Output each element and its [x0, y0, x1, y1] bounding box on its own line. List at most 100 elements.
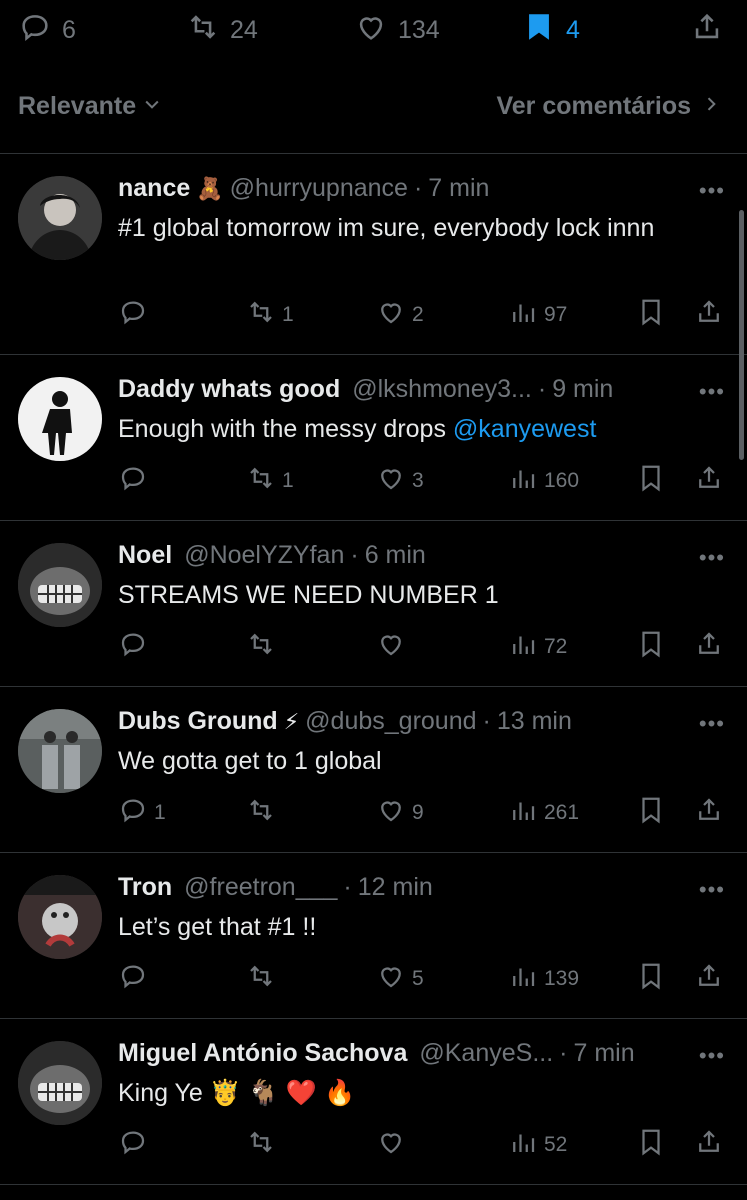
- avatar[interactable]: [18, 875, 102, 959]
- reply-button[interactable]: [118, 1127, 154, 1163]
- share-button[interactable]: [694, 1127, 724, 1163]
- like-button[interactable]: [376, 1127, 412, 1163]
- like-button[interactable]: [376, 629, 412, 665]
- share-button[interactable]: [690, 10, 724, 51]
- views-button[interactable]: 72: [508, 629, 567, 665]
- heart-icon: [376, 463, 406, 499]
- avatar[interactable]: [18, 709, 102, 793]
- repost-button[interactable]: [246, 1127, 282, 1163]
- reply-item[interactable]: Dubs Ground ⚡ @dubs_ground · 13 min ••• …: [0, 687, 747, 852]
- bookmark-button[interactable]: [636, 961, 666, 997]
- share-button[interactable]: [694, 795, 724, 831]
- repost-button[interactable]: [246, 961, 282, 997]
- user-name[interactable]: nance: [118, 174, 190, 203]
- user-name[interactable]: Daddy whats good: [118, 375, 340, 404]
- user-name[interactable]: Tron: [118, 873, 172, 902]
- view-comments-link[interactable]: Ver comentários: [496, 92, 721, 121]
- view-comments-label: Ver comentários: [496, 92, 691, 120]
- reply-button[interactable]: [118, 961, 154, 997]
- reply-icon: [118, 629, 148, 665]
- bookmark-button[interactable]: [636, 629, 666, 665]
- reply-button[interactable]: [118, 629, 154, 665]
- reply-icon: [118, 1127, 148, 1163]
- repost-button[interactable]: [246, 795, 282, 831]
- more-options-icon[interactable]: •••: [699, 877, 725, 903]
- views-button[interactable]: 139: [508, 961, 579, 997]
- share-button[interactable]: [694, 961, 724, 997]
- views-chart-icon: [508, 795, 538, 831]
- like-button[interactable]: 3: [376, 463, 424, 499]
- reply-icon: [118, 463, 148, 499]
- avatar[interactable]: [18, 1041, 102, 1125]
- user-handle[interactable]: @hurryupnance: [230, 174, 408, 203]
- repost-icon: [246, 629, 276, 665]
- like-button[interactable]: 9: [376, 795, 424, 831]
- reply-button[interactable]: 6: [18, 10, 76, 51]
- user-name[interactable]: Noel: [118, 541, 172, 570]
- repost-button[interactable]: 1: [246, 463, 294, 499]
- reply-count: 6: [62, 16, 76, 44]
- user-handle[interactable]: @dubs_ground: [305, 707, 476, 736]
- bookmark-button[interactable]: [636, 795, 666, 831]
- repost-icon: [246, 961, 276, 997]
- like-count: 3: [412, 469, 424, 492]
- user-handle[interactable]: @lkshmoney3...: [352, 375, 532, 404]
- views-button[interactable]: 261: [508, 795, 579, 831]
- reply-text: #1 global tomorrow im sure, everybody lo…: [118, 210, 707, 247]
- separator-dot: ·: [350, 541, 359, 569]
- reply-item[interactable]: Daddy whats good @lkshmoney3... · 9 min …: [0, 355, 747, 520]
- views-button[interactable]: 97: [508, 297, 567, 333]
- repost-count: 24: [230, 16, 258, 44]
- more-options-icon[interactable]: •••: [699, 1043, 725, 1069]
- share-icon: [694, 1127, 724, 1163]
- heart-icon: [376, 961, 406, 997]
- reply-icon: [118, 297, 148, 333]
- more-options-icon[interactable]: •••: [699, 178, 725, 204]
- user-handle[interactable]: @NoelYZYfan: [184, 541, 344, 570]
- share-button[interactable]: [694, 297, 724, 333]
- more-options-icon[interactable]: •••: [699, 711, 725, 737]
- user-handle[interactable]: @KanyeS...: [419, 1039, 553, 1068]
- reply-item[interactable]: nance 🧸 @hurryupnance · 7 min ••• #1 glo…: [0, 154, 747, 354]
- reply-button[interactable]: [118, 463, 154, 499]
- repost-count: 1: [282, 303, 294, 326]
- user-name[interactable]: Miguel António Sachova: [118, 1039, 407, 1068]
- reply-header: Noel @NoelYZYfan · 6 min: [118, 541, 657, 570]
- more-options-icon[interactable]: •••: [699, 545, 725, 571]
- like-button[interactable]: 5: [376, 961, 424, 997]
- bookmark-button[interactable]: [636, 1127, 666, 1163]
- reply-actions: 1 3 160: [0, 463, 747, 503]
- bookmark-button[interactable]: [636, 463, 666, 499]
- reply-button[interactable]: 1: [118, 795, 166, 831]
- reply-button[interactable]: [118, 297, 154, 333]
- mention-link[interactable]: @kanyewest: [453, 415, 597, 443]
- repost-button[interactable]: 24: [186, 10, 258, 51]
- more-options-icon[interactable]: •••: [699, 379, 725, 405]
- bookmark-button[interactable]: 4: [522, 10, 580, 51]
- sort-label: Relevante: [18, 92, 137, 120]
- avatar[interactable]: [18, 377, 102, 461]
- view-count: 72: [544, 635, 568, 658]
- views-chart-icon: [508, 961, 538, 997]
- reply-actions: 1 9 261: [0, 795, 747, 835]
- reply-item[interactable]: Miguel António Sachova @KanyeS... · 7 mi…: [0, 1019, 747, 1184]
- reply-item[interactable]: Tron @freetron___ · 12 min ••• Let’s get…: [0, 853, 747, 1018]
- reply-count: 1: [154, 801, 166, 824]
- user-handle[interactable]: @freetron___: [184, 873, 337, 902]
- views-button[interactable]: 52: [508, 1127, 567, 1163]
- share-button[interactable]: [694, 463, 724, 499]
- repost-icon: [186, 10, 220, 51]
- like-button[interactable]: 2: [376, 297, 424, 333]
- bookmark-button[interactable]: [636, 297, 666, 333]
- user-name[interactable]: Dubs Ground: [118, 707, 278, 736]
- repost-button[interactable]: 1: [246, 297, 294, 333]
- repost-button[interactable]: [246, 629, 282, 665]
- avatar[interactable]: [18, 176, 102, 260]
- like-button[interactable]: 134: [354, 10, 440, 51]
- reply-item[interactable]: Noel @NoelYZYfan · 6 min ••• STREAMS WE …: [0, 521, 747, 686]
- sort-dropdown[interactable]: Relevante: [18, 92, 162, 121]
- share-button[interactable]: [694, 629, 724, 665]
- scrollbar[interactable]: [739, 210, 744, 460]
- views-button[interactable]: 160: [508, 463, 579, 499]
- avatar[interactable]: [18, 543, 102, 627]
